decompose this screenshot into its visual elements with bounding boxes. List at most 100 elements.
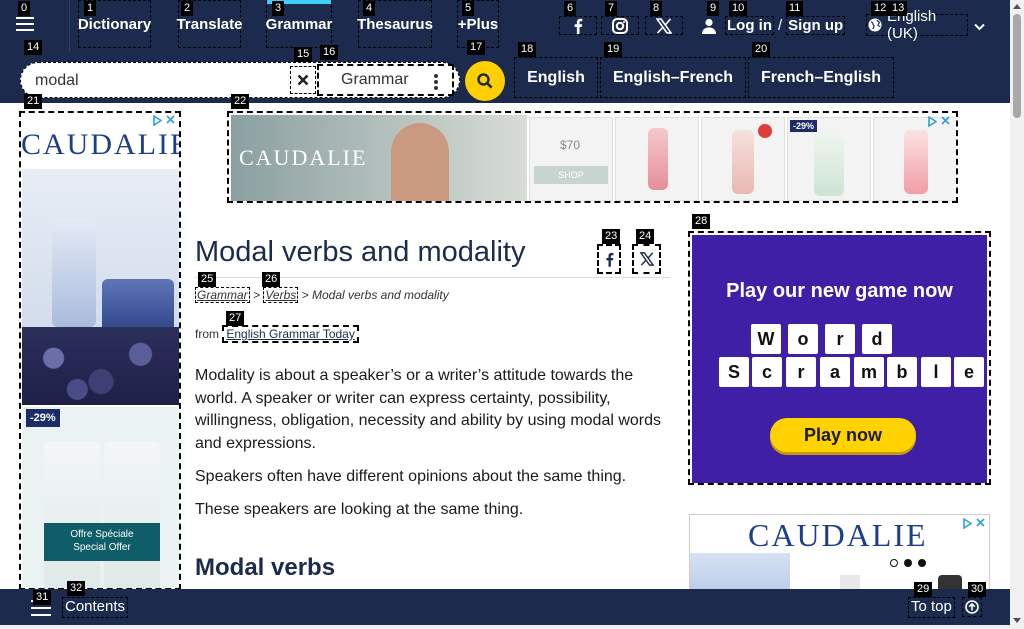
top-navigation: Dictionary Translate Grammar Thesaurus +… (0, 0, 1010, 52)
contents-button[interactable]: Contents (62, 597, 129, 618)
banner-product-2[interactable] (615, 117, 699, 201)
adchoices-icon (963, 518, 972, 529)
scrollbar-thumb[interactable] (1013, 14, 1021, 118)
search-icon (477, 73, 493, 89)
left-advertisement[interactable]: CAUDALIE -29% Offre Spéciale Special Off… (19, 111, 181, 590)
breadcrumb-current: Modal verbs and modality (311, 288, 449, 302)
search-box: Grammar (20, 62, 460, 98)
section-heading: Modal verbs (195, 554, 336, 581)
login-link[interactable]: Log in (725, 15, 774, 35)
instagram-icon[interactable] (601, 16, 639, 35)
element-badge: 15 (294, 47, 313, 62)
shop-button[interactable]: SHOP (534, 166, 608, 184)
dictionary-select[interactable]: Grammar (317, 64, 454, 96)
element-badge: 6 (564, 1, 577, 16)
auth-separator: / (778, 16, 783, 34)
ad2-image (690, 553, 790, 589)
user-icon (702, 18, 716, 34)
paragraph: Speakers often have different opinions a… (195, 468, 627, 485)
banner-product-4[interactable]: -29% (787, 117, 871, 201)
letter-tile: a (820, 357, 850, 387)
close-icon (297, 74, 309, 86)
element-badge: 12 (871, 1, 890, 16)
share-facebook-button[interactable] (597, 244, 621, 274)
element-badge: 27 (226, 311, 245, 326)
element-badge: 28 (692, 214, 711, 229)
element-badge: 21 (24, 94, 43, 109)
search-input[interactable] (35, 69, 295, 93)
element-badge: 1 (84, 1, 97, 16)
more-options-icon (434, 74, 438, 92)
element-badge: 8 (650, 1, 663, 16)
element-badge: 31 (33, 590, 52, 605)
right-advertisement[interactable]: CAUDALIE (689, 514, 990, 590)
tab-french-english[interactable]: French–English (748, 57, 894, 98)
element-badge: 9 (707, 1, 720, 16)
element-badge: 18 (518, 42, 537, 57)
from-label: from (195, 327, 219, 341)
element-badge: 17 (467, 40, 486, 55)
banner-ad-controls[interactable] (928, 116, 950, 130)
breadcrumb-grammar[interactable]: Grammar (195, 287, 250, 303)
element-badge: 11 (786, 1, 804, 16)
ad2-product (938, 575, 962, 589)
horizontal-scrollbar[interactable] (0, 625, 1010, 629)
adchoices-icon (928, 116, 937, 127)
element-badge: 26 (262, 272, 281, 287)
breadcrumb-separator: > (301, 288, 309, 302)
language-selector[interactable]: English (UK) (866, 8, 968, 42)
play-now-button[interactable]: Play now (770, 418, 916, 452)
element-badge: 19 (604, 42, 623, 57)
scroll-up-arrow[interactable] (1013, 4, 1021, 9)
element-badge: 5 (462, 1, 475, 16)
discount-badge: -29% (26, 409, 60, 427)
element-badge: 7 (605, 1, 618, 16)
facebook-icon (605, 252, 613, 267)
banner-product-1[interactable]: $70 SHOP (529, 117, 613, 201)
vertical-scrollbar[interactable] (1010, 0, 1024, 629)
x-twitter-icon (639, 252, 654, 266)
facebook-icon[interactable] (559, 16, 597, 35)
banner-product-3[interactable] (701, 117, 785, 201)
x-twitter-icon[interactable] (645, 16, 683, 35)
close-icon (166, 115, 175, 124)
share-x-button[interactable] (632, 244, 661, 274)
tab-english-french[interactable]: English–French (600, 57, 746, 98)
ad2-brand: CAUDALIE (748, 517, 928, 553)
ad2-controls[interactable] (963, 518, 985, 532)
element-badge: 24 (636, 229, 655, 244)
ad2-product (840, 575, 860, 589)
element-badge: 22 (231, 94, 250, 109)
source-link[interactable]: English Grammar Today (222, 325, 359, 343)
element-badge: 2 (181, 1, 194, 16)
element-badge: 0 (18, 1, 31, 16)
letter-tile: c (752, 357, 782, 387)
carousel-dots[interactable] (890, 559, 926, 567)
top-banner-advertisement[interactable]: CAUDALIE $70 SHOP -29% (227, 111, 958, 203)
signup-link[interactable]: Sign up (786, 15, 846, 35)
game-advertisement[interactable]: Play our new game now W o r d S c r a m … (688, 231, 991, 485)
ad-brand-logo: CAUDALIE (21, 128, 181, 161)
letter-tile: r (786, 357, 816, 387)
element-badge: 20 (752, 42, 771, 57)
arrow-up-circle-icon[interactable] (962, 597, 982, 617)
to-top-link[interactable]: To top (908, 597, 955, 618)
game-ad-title: Play our new game now (726, 280, 953, 302)
dictionary-select-label: Grammar (341, 71, 409, 88)
element-badge: 10 (729, 1, 748, 16)
letter-tile: l (921, 357, 951, 387)
source-line: from English Grammar Today (195, 325, 670, 343)
clear-search-button[interactable] (290, 66, 316, 94)
search-button[interactable] (465, 61, 505, 101)
chevron-down-icon[interactable] (974, 18, 985, 36)
letter-tile: m (854, 357, 884, 387)
ad-product-image-2: -29% Offre Spéciale Special Offer (22, 407, 179, 588)
letter-tile: S (719, 357, 749, 387)
tab-english[interactable]: English (514, 57, 598, 98)
breadcrumb-verbs[interactable]: Verbs (263, 287, 299, 303)
ad-controls[interactable] (153, 115, 175, 129)
element-badge: 14 (24, 40, 43, 55)
close-icon (941, 116, 950, 125)
banner-image: CAUDALIE (231, 115, 527, 201)
scroll-down-arrow[interactable] (1013, 618, 1021, 623)
